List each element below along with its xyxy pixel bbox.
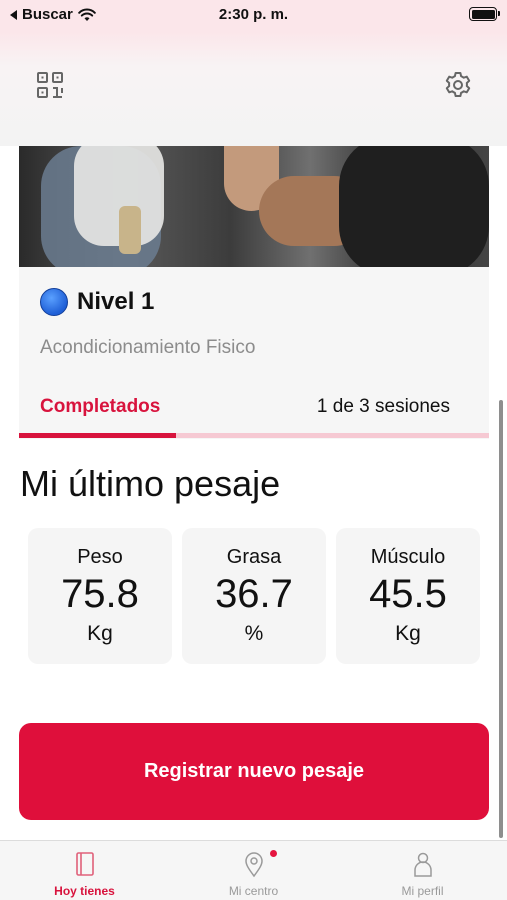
settings-button[interactable] — [443, 70, 473, 100]
tab-bar: Hoy tienes Mi centro Mi perfil — [0, 840, 507, 900]
metric-unit: Kg — [87, 622, 113, 645]
metric-unit: % — [244, 622, 264, 645]
tab-completados[interactable]: Completados — [40, 396, 160, 418]
tab-label: Hoy tienes — [54, 884, 115, 898]
metric-card-grasa: Grasa 36.7 % — [182, 528, 326, 664]
sessions-progress-bar — [19, 433, 489, 438]
tab-hoy-tienes[interactable]: Hoy tienes — [0, 841, 169, 900]
metric-value: 75.8 — [61, 572, 139, 616]
battery-icon — [469, 7, 500, 21]
level-header: Nivel 1 — [40, 288, 154, 316]
metric-label: Grasa — [226, 546, 282, 568]
metric-value: 36.7 — [215, 572, 293, 616]
level-subtitle: Acondicionamiento Fisico — [40, 337, 256, 358]
level-dot-icon — [40, 288, 68, 316]
tab-mi-perfil[interactable]: Mi perfil — [338, 841, 507, 900]
metric-value: 45.5 — [369, 572, 447, 616]
sessions-progress-fill — [19, 433, 176, 438]
register-weighing-button[interactable]: Registrar nuevo pesaje — [19, 723, 489, 820]
metric-label: Peso — [77, 546, 123, 568]
person-icon — [413, 852, 432, 877]
metric-card-peso: Peso 75.8 Kg — [28, 528, 172, 664]
qr-code-button[interactable] — [35, 70, 65, 100]
level-title: Nivel 1 — [77, 288, 155, 315]
metric-card-musculo: Músculo 45.5 Kg — [336, 528, 480, 664]
tab-mi-centro[interactable]: Mi centro — [169, 841, 338, 900]
scrollbar[interactable] — [499, 400, 503, 838]
location-pin-icon — [244, 852, 263, 878]
gear-icon — [445, 72, 471, 97]
workout-photo — [19, 146, 489, 267]
sessions-count: 1 de 3 sesiones — [316, 396, 450, 417]
level-card[interactable]: Nivel 1 Acondicionamiento Fisico Complet… — [19, 267, 489, 439]
metric-unit: Kg — [395, 622, 421, 645]
notification-badge — [270, 850, 277, 857]
qr-code-icon — [37, 72, 63, 98]
status-bar: Buscar 2:30 p. m. — [0, 0, 507, 32]
book-icon — [75, 852, 94, 876]
tab-label: Mi perfil — [401, 884, 444, 898]
metric-label: Músculo — [370, 546, 446, 568]
top-bar — [0, 32, 507, 146]
last-weighing-title: Mi último pesaje — [20, 463, 281, 504]
status-time: 2:30 p. m. — [218, 6, 289, 23]
tab-label: Mi centro — [228, 884, 279, 898]
